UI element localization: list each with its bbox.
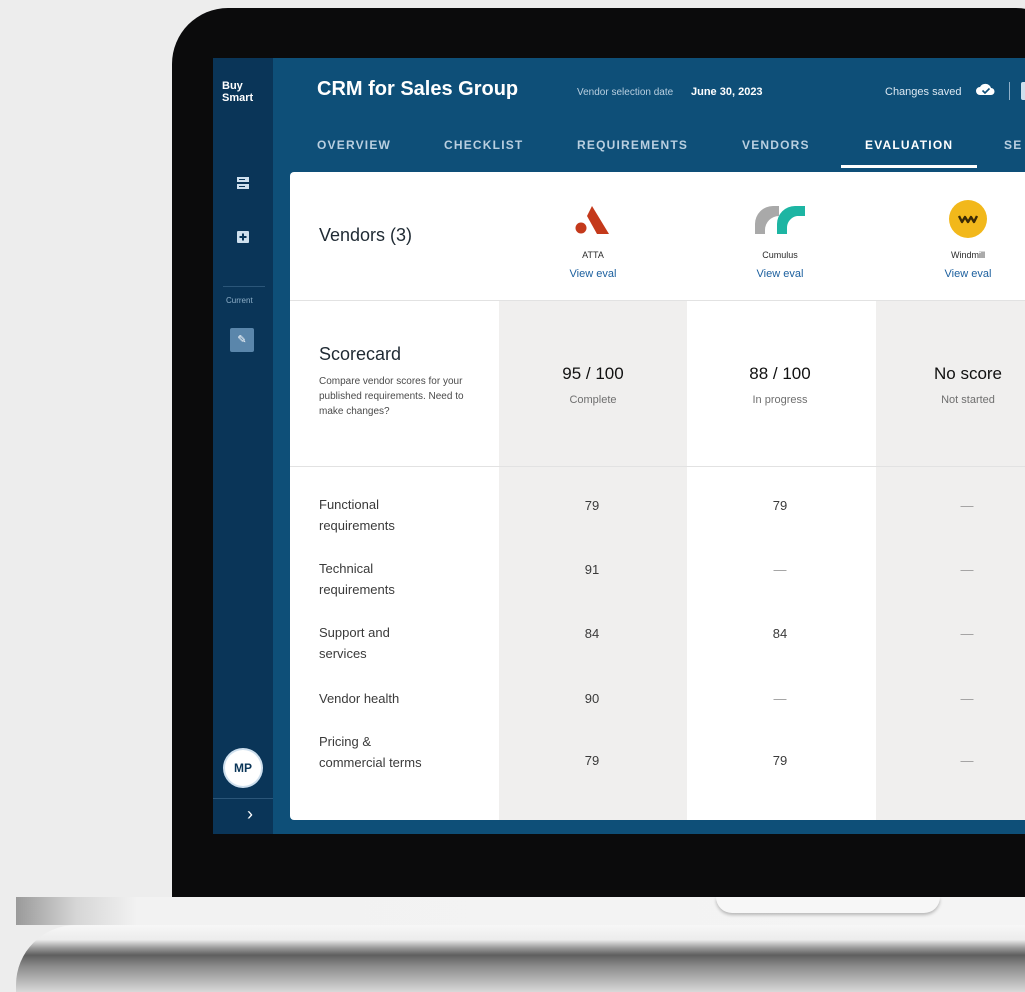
header-divider [1009,82,1010,100]
requirement-label-line: Support and [319,625,390,640]
score-status-atta: Complete [569,394,617,406]
requirement-label-line: Vendor health [319,691,400,706]
score-cell: 79 [772,753,788,768]
app-screen: Buy Smart Current ✎ MP › CRM for Sales G… [213,58,1025,834]
score-cell: 84 [772,626,788,641]
brand-logo[interactable]: Buy Smart [222,80,253,104]
score-status-windmill: Not started [941,394,995,406]
active-tab-indicator [841,165,977,168]
vendors-title: Vendors (3) [319,225,413,245]
score-cumulus: 88 / 100 [749,364,811,383]
score-cell: 79 [772,498,788,513]
avatar[interactable]: MP [225,750,261,786]
atta-logo-icon [575,206,609,234]
tab-checklist[interactable]: CHECKLIST [444,138,523,152]
requirement-label-line: requirements [319,518,395,533]
header-menu-button[interactable] [1021,82,1025,100]
cumulus-logo-icon [755,206,805,234]
scorecard-description: Compare vendor scores for your published… [319,376,464,417]
requirement-label-vendor-health: Vendor health [319,688,479,709]
score-cell: — [960,498,974,513]
score-cell: — [773,562,787,577]
cloud-check-icon [976,83,995,95]
save-status: Changes saved [885,86,962,98]
score-cell: 84 [584,626,600,641]
sidebar-divider-bottom [213,798,273,799]
row-divider [290,300,1025,301]
windmill-logo-icon [949,200,987,238]
score-cell: 91 [584,562,600,577]
score-status-cumulus: In progress [752,394,808,406]
tab-evaluation[interactable]: EVALUATION [865,138,953,152]
requirement-label-line: Technical [319,561,374,576]
sidebar-current-label: Current [226,296,253,305]
vendor-name-atta: ATTA [582,250,604,260]
chevron-right-icon[interactable]: › [247,804,253,825]
score-cell: 90 [584,691,600,706]
vendor-selection-date: June 30, 2023 [691,86,763,98]
requirement-label-functional: Functional requirements [319,494,479,536]
laptop-base-lower [16,925,1025,992]
view-eval-link-windmill[interactable]: View eval [908,268,1025,280]
requirement-label-line: Pricing & [319,734,372,749]
brand-line-2: Smart [222,92,254,104]
sidebar: Buy Smart Current ✎ MP › [213,58,273,834]
list-icon[interactable] [235,176,251,192]
score-cell: — [960,562,974,577]
requirement-label-line: Functional [319,497,379,512]
score-atta: 95 / 100 [562,364,624,383]
add-project-icon[interactable] [235,230,251,246]
requirement-label-line: requirements [319,582,395,597]
view-eval-link-cumulus[interactable]: View eval [720,268,840,280]
score-windmill: No score [933,364,1003,383]
score-cell: — [773,691,787,706]
score-cell: — [960,753,974,768]
current-project-icon[interactable]: ✎ [230,328,254,352]
score-cell: 79 [584,753,600,768]
tab-se[interactable]: SE [1004,138,1022,152]
page-title: CRM for Sales Group [317,78,519,100]
score-cell: — [960,691,974,706]
tab-vendors[interactable]: VENDORS [742,138,810,152]
evaluation-panel: Vendors (3) ATTA View eval Cumulus View … [290,172,1025,820]
row-divider [290,466,1025,467]
requirement-label-line: commercial terms [319,755,422,770]
laptop-base-notch [716,897,940,913]
brand-line-1: Buy [222,80,243,92]
requirement-label-line: services [319,646,367,661]
tab-requirements[interactable]: REQUIREMENTS [577,138,688,152]
requirement-label-pricing: Pricing & commercial terms [319,731,479,773]
view-eval-link-atta[interactable]: View eval [533,268,653,280]
vendor-name-cumulus: Cumulus [762,250,798,260]
score-cell: — [960,626,974,641]
vendor-selection-label: Vendor selection date [577,87,674,98]
requirement-label-technical: Technical requirements [319,558,479,600]
score-cell: 79 [584,498,600,513]
scorecard-title: Scorecard [319,344,402,364]
tab-overview[interactable]: OVERVIEW [317,138,391,152]
sidebar-divider [223,286,265,287]
requirement-label-support: Support and services [319,622,479,664]
vendor-name-windmill: Windmill [950,250,985,260]
